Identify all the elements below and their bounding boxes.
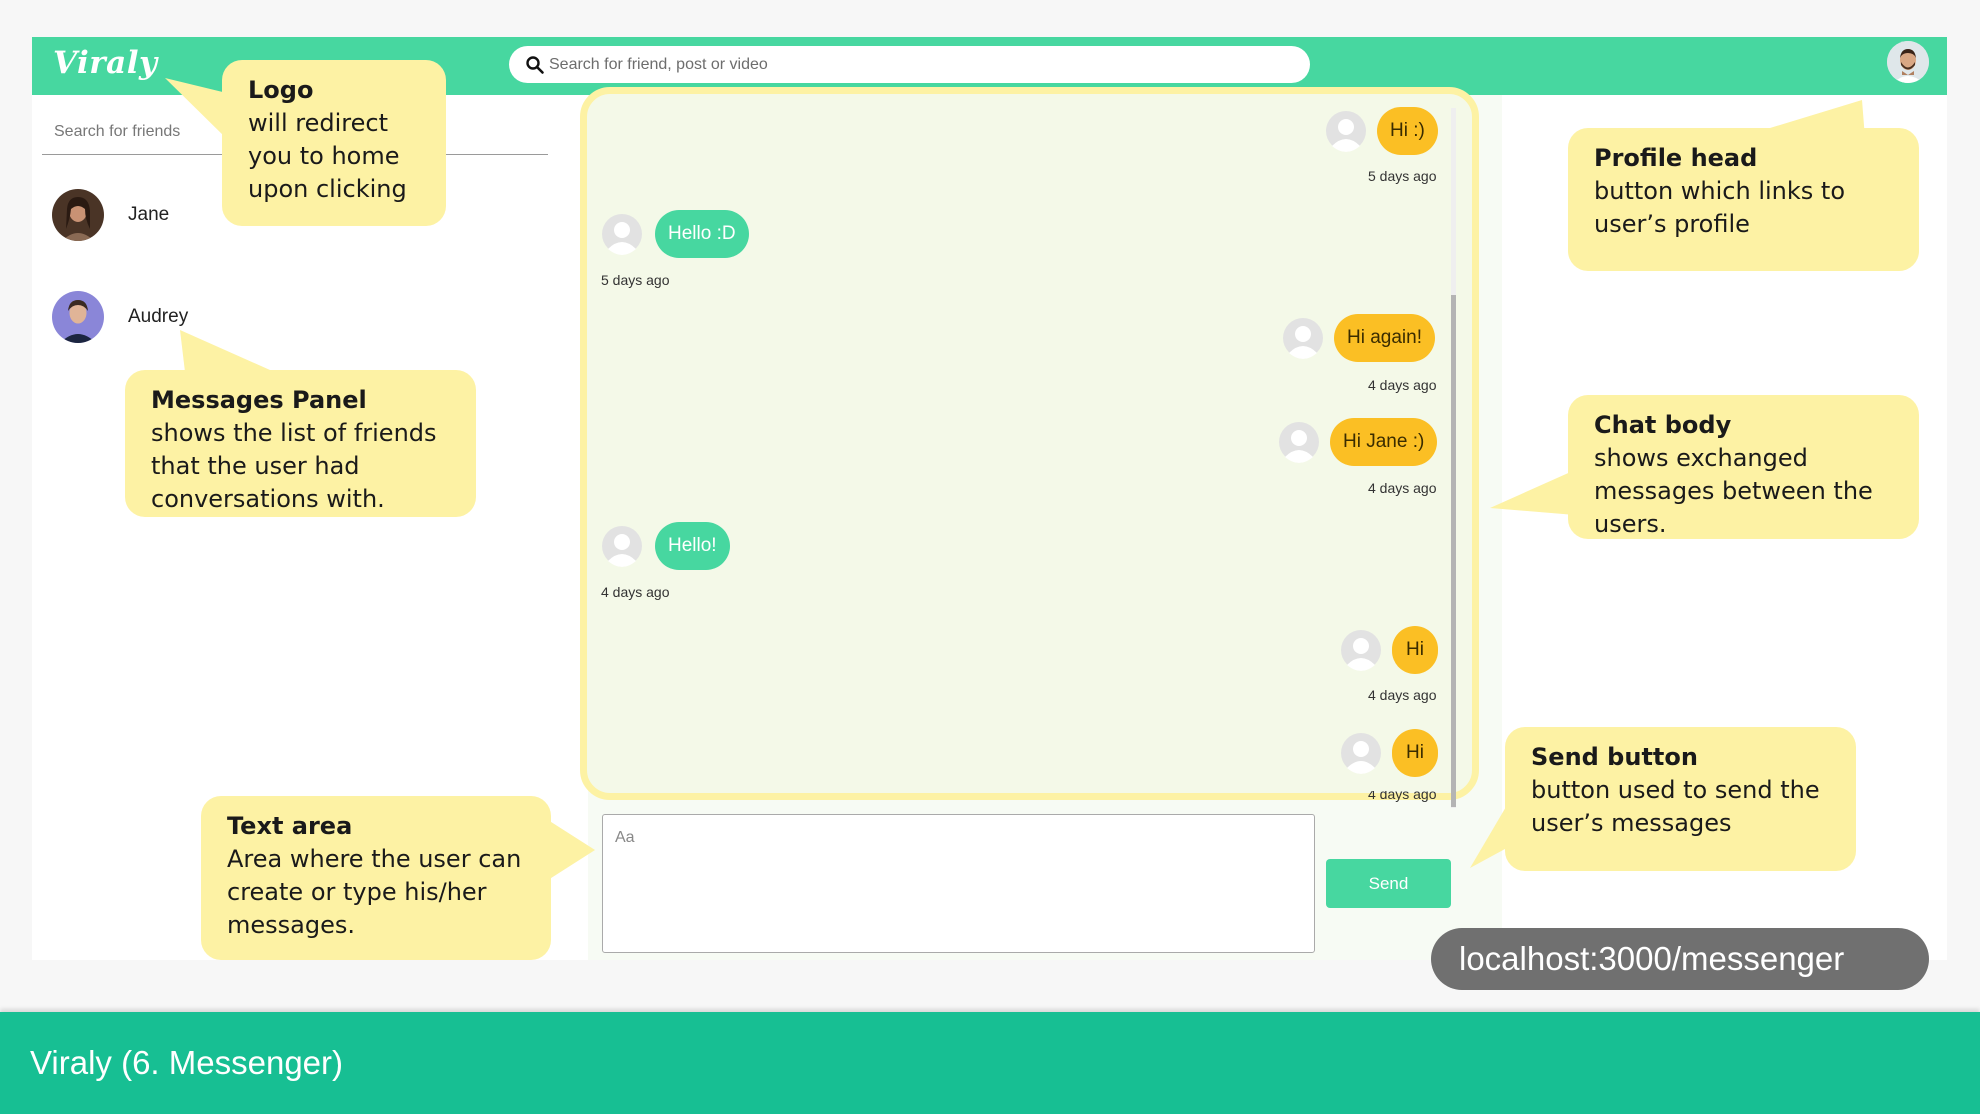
callout-body: shows exchanged messages between the use… <box>1594 444 1873 538</box>
callout-body: Area where the user can create or type h… <box>227 845 522 939</box>
callout-body: will redirect you to home upon clicking <box>248 109 407 203</box>
slide-footer: Viraly (6. Messenger) <box>0 1012 1980 1114</box>
callout-body: button which links to user’s profile <box>1594 177 1846 238</box>
slide-title: Viraly (6. Messenger) <box>30 1044 344 1081</box>
callout-title: Messages Panel <box>151 386 367 414</box>
callout-body: button used to send the user’s messages <box>1531 776 1820 837</box>
callout-title: Logo <box>248 76 314 104</box>
callout-messages-panel: Messages Panel shows the list of friends… <box>125 370 476 517</box>
callout-send-button: Send button button used to send the user… <box>1505 727 1856 871</box>
callout-title: Text area <box>227 812 353 840</box>
slide: Viraly Search for friend, post or video <box>0 0 1980 1114</box>
callout-body: shows the list of friends that the user … <box>151 419 437 513</box>
callout-logo: Logo will redirect you to home upon clic… <box>222 60 446 226</box>
callout-title: Chat body <box>1594 411 1732 439</box>
callout-chat-body: Chat body shows exchanged messages betwe… <box>1568 395 1919 539</box>
callout-title: Send button <box>1531 743 1698 771</box>
callout-profile-head: Profile head button which links to user’… <box>1568 128 1919 271</box>
url-label: localhost:3000/messenger <box>1431 928 1929 990</box>
callout-title: Profile head <box>1594 144 1758 172</box>
callout-text-area: Text area Area where the user can create… <box>201 796 551 960</box>
